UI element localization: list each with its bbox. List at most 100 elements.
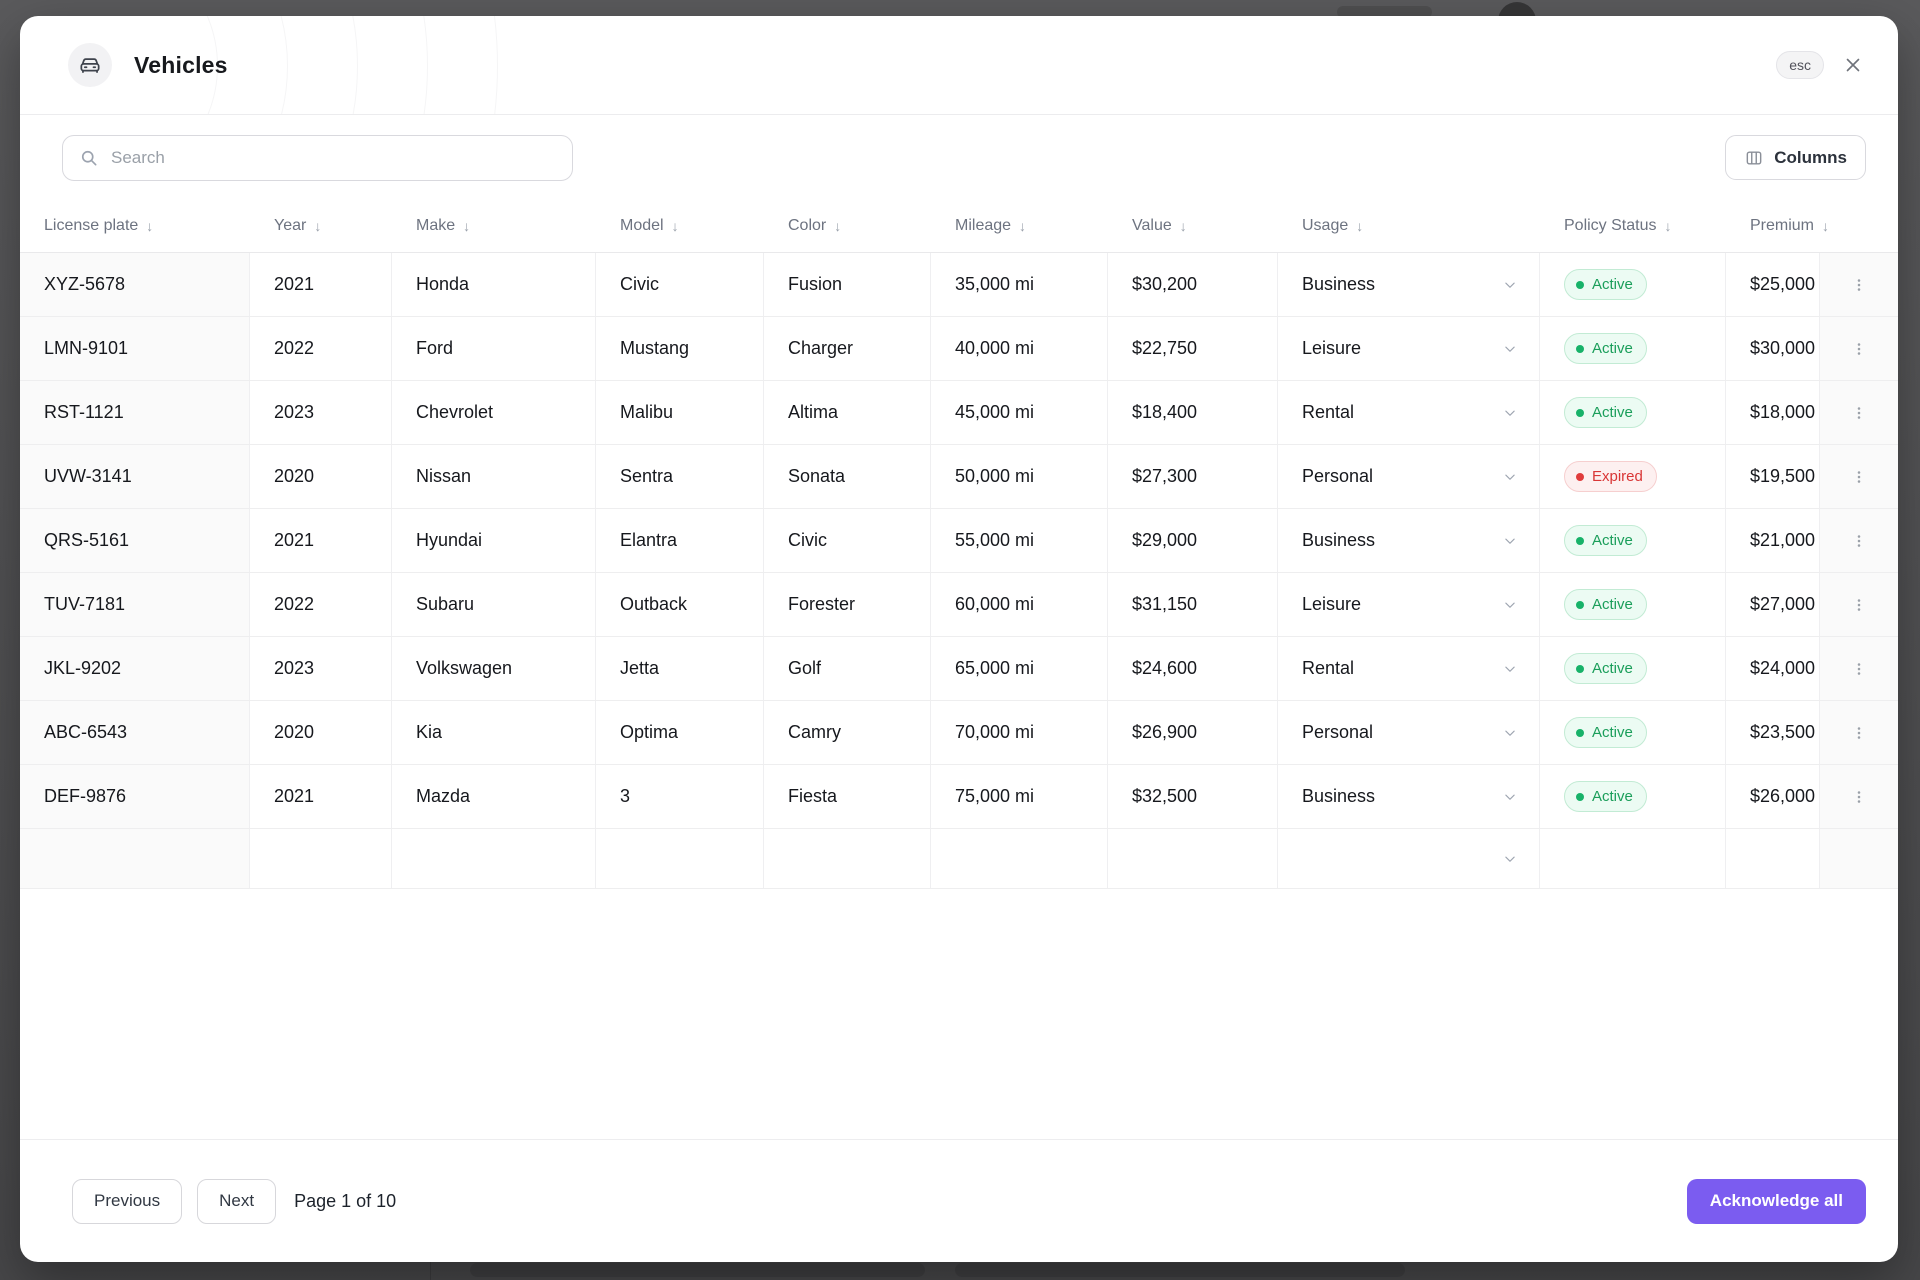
modal-footer: Previous Next Page 1 of 10 Acknowledge a… xyxy=(20,1139,1898,1262)
year-cell: 2023 xyxy=(250,637,392,700)
year-cell: 2022 xyxy=(250,573,392,636)
column-header-actions xyxy=(1820,200,1898,252)
search-icon xyxy=(79,148,99,168)
usage-select[interactable]: Rental xyxy=(1278,381,1540,444)
close-icon[interactable] xyxy=(1840,52,1866,78)
row-actions-kebab-button[interactable] xyxy=(1820,573,1898,636)
color-cell: Fiesta xyxy=(764,765,931,828)
table-row: JKL-92022023VolkswagenJettaGolf65,000 mi… xyxy=(20,637,1898,701)
usage-select[interactable]: Leisure xyxy=(1278,573,1540,636)
status-dot-icon xyxy=(1576,473,1584,481)
column-header-label: Year xyxy=(274,217,306,235)
chevron-down-icon xyxy=(1501,340,1519,358)
column-header-mileage[interactable]: Mileage↓ xyxy=(931,200,1108,252)
table-row: RST-11212023ChevroletMalibuAltima45,000 … xyxy=(20,381,1898,445)
mileage-cell: 55,000 mi xyxy=(931,509,1108,572)
status-dot-icon xyxy=(1576,537,1584,545)
usage-select[interactable]: Rental xyxy=(1278,637,1540,700)
usage-select[interactable]: Personal xyxy=(1278,701,1540,764)
color-cell: Sonata xyxy=(764,445,931,508)
column-header-color[interactable]: Color↓ xyxy=(764,200,931,252)
column-header-label: Model xyxy=(620,217,664,235)
status-badge-label: Expired xyxy=(1592,468,1643,485)
empty-make-cell xyxy=(392,829,596,888)
modal-header: Vehicles esc xyxy=(20,16,1898,115)
search-input[interactable] xyxy=(111,148,556,168)
columns-icon xyxy=(1744,148,1764,168)
acknowledge-all-button[interactable]: Acknowledge all xyxy=(1687,1179,1866,1224)
chevron-down-icon xyxy=(1501,404,1519,422)
year-cell: 2022 xyxy=(250,317,392,380)
status-badge-label: Active xyxy=(1592,660,1633,677)
usage-select[interactable]: Personal xyxy=(1278,445,1540,508)
empty-mileage-cell xyxy=(931,829,1108,888)
background-dimmed-panel xyxy=(955,1263,1405,1277)
column-header-usage[interactable]: Usage↓ xyxy=(1278,200,1540,252)
make-cell: Kia xyxy=(392,701,596,764)
status-badge-label: Active xyxy=(1592,276,1633,293)
usage-value: Business xyxy=(1302,786,1375,807)
column-header-value[interactable]: Value↓ xyxy=(1108,200,1278,252)
column-header-label: Make xyxy=(416,217,455,235)
column-header-status[interactable]: Policy Status↓ xyxy=(1540,200,1726,252)
column-header-label: Usage xyxy=(1302,217,1348,235)
column-header-make[interactable]: Make↓ xyxy=(392,200,596,252)
search-box[interactable] xyxy=(62,135,573,181)
color-cell: Fusion xyxy=(764,253,931,316)
usage-value: Personal xyxy=(1302,722,1373,743)
model-cell: 3 xyxy=(596,765,764,828)
table-row: QRS-51612021HyundaiElantraCivic55,000 mi… xyxy=(20,509,1898,573)
column-header-label: Mileage xyxy=(955,217,1011,235)
make-cell: Mazda xyxy=(392,765,596,828)
status-badge: Expired xyxy=(1564,461,1657,492)
model-cell: Outback xyxy=(596,573,764,636)
status-badge-label: Active xyxy=(1592,340,1633,357)
usage-value: Business xyxy=(1302,530,1375,551)
row-actions-kebab-button[interactable] xyxy=(1820,317,1898,380)
premium-cell: $27,000 xyxy=(1726,573,1820,636)
row-actions-kebab-button[interactable] xyxy=(1820,637,1898,700)
status-badge-label: Active xyxy=(1592,532,1633,549)
policy-status-cell: Active xyxy=(1540,381,1726,444)
row-actions-kebab-button[interactable] xyxy=(1820,445,1898,508)
row-actions-kebab-button[interactable] xyxy=(1820,253,1898,316)
row-actions-kebab-button[interactable] xyxy=(1820,765,1898,828)
empty-usage-cell[interactable] xyxy=(1278,829,1540,888)
usage-select[interactable]: Business xyxy=(1278,509,1540,572)
empty-status-cell xyxy=(1540,829,1726,888)
chevron-down-icon xyxy=(1501,788,1519,806)
premium-cell: $18,000 xyxy=(1726,381,1820,444)
color-cell: Forester xyxy=(764,573,931,636)
premium-cell: $19,500 xyxy=(1726,445,1820,508)
make-cell: Volkswagen xyxy=(392,637,596,700)
year-cell: 2021 xyxy=(250,765,392,828)
sort-desc-icon: ↓ xyxy=(314,218,321,234)
empty-plate-cell xyxy=(20,829,250,888)
year-cell: 2023 xyxy=(250,381,392,444)
table-row: UVW-31412020NissanSentraSonata50,000 mi$… xyxy=(20,445,1898,509)
model-cell: Malibu xyxy=(596,381,764,444)
column-header-plate[interactable]: License plate↓ xyxy=(20,200,250,252)
usage-select[interactable]: Business xyxy=(1278,765,1540,828)
usage-select[interactable]: Business xyxy=(1278,253,1540,316)
page-title: Vehicles xyxy=(134,52,228,79)
kebab-icon xyxy=(1850,532,1868,550)
column-header-year[interactable]: Year ↓ xyxy=(250,200,392,252)
column-header-model[interactable]: Model↓ xyxy=(596,200,764,252)
row-actions-kebab-button[interactable] xyxy=(1820,509,1898,572)
row-actions-kebab-button[interactable] xyxy=(1820,381,1898,444)
usage-select[interactable]: Leisure xyxy=(1278,317,1540,380)
policy-status-cell: Active xyxy=(1540,637,1726,700)
empty-year-cell xyxy=(250,829,392,888)
previous-page-button[interactable]: Previous xyxy=(72,1179,182,1224)
column-header-premium[interactable]: Premium↓ xyxy=(1726,200,1820,252)
value-cell: $24,600 xyxy=(1108,637,1278,700)
next-page-button[interactable]: Next xyxy=(197,1179,276,1224)
plate-cell: RST-1121 xyxy=(20,381,250,444)
status-dot-icon xyxy=(1576,793,1584,801)
mileage-cell: 60,000 mi xyxy=(931,573,1108,636)
status-badge: Active xyxy=(1564,269,1647,300)
value-cell: $31,150 xyxy=(1108,573,1278,636)
row-actions-kebab-button[interactable] xyxy=(1820,701,1898,764)
columns-button[interactable]: Columns xyxy=(1725,135,1866,180)
